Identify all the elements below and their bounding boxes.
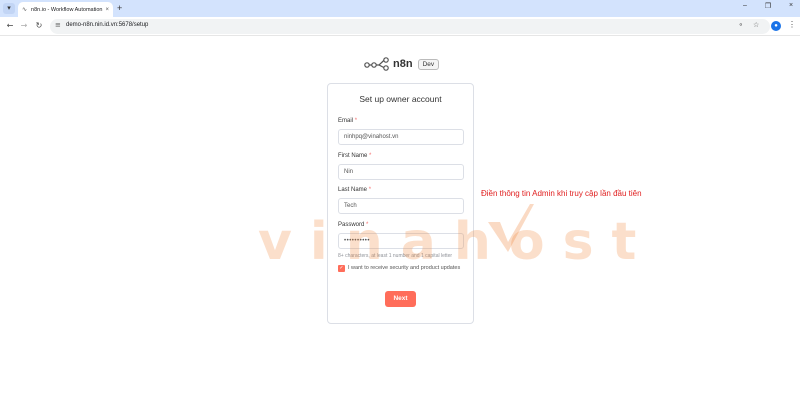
close-window-icon[interactable]: ×: [786, 2, 796, 10]
env-badge: Dev: [417, 58, 440, 70]
tab-close-icon[interactable]: ×: [105, 7, 109, 13]
next-button[interactable]: Next: [385, 291, 416, 307]
tab-strip: ▾ ∿ n8n.io - Workflow Automation × + – ❐…: [0, 0, 800, 17]
profile-avatar-icon[interactable]: ●: [771, 21, 781, 31]
first-name-field[interactable]: Nin: [338, 164, 464, 180]
watermark-check-icon: [488, 204, 534, 252]
url-text: demo-n8n.nin.id.vn:5678/setup: [66, 22, 149, 28]
required-marker: *: [368, 187, 372, 193]
site-info-icon[interactable]: ≡: [55, 21, 61, 29]
tab-title: n8n.io - Workflow Automation: [31, 6, 103, 13]
n8n-favicon-icon: ∿: [22, 6, 28, 13]
restore-icon[interactable]: ❐: [763, 2, 773, 10]
updates-checkbox-label[interactable]: I want to receive security and product u…: [348, 265, 460, 271]
minimize-icon[interactable]: –: [740, 2, 750, 10]
forward-arrow-icon[interactable]: →: [18, 20, 30, 32]
password-key-icon[interactable]: ⚬: [738, 21, 744, 29]
password-hint: 8+ characters, at least 1 number and 1 c…: [338, 253, 453, 259]
back-arrow-icon[interactable]: ←: [4, 20, 16, 32]
instruction-annotation: Điền thông tin Admin khi truy cập lần đầ…: [481, 189, 642, 198]
window-controls: – ❐ ×: [740, 2, 796, 10]
tab-search-chevron-icon[interactable]: ▾: [3, 3, 15, 14]
password-field[interactable]: ••••••••••: [338, 233, 464, 249]
app-logo: n8n Dev: [364, 57, 440, 71]
last-name-label: Last Name *: [338, 187, 372, 193]
browser-tab[interactable]: ∿ n8n.io - Workflow Automation ×: [18, 2, 113, 17]
required-marker: *: [369, 153, 372, 159]
bookmark-star-icon[interactable]: ☆: [753, 21, 759, 29]
last-name-field[interactable]: Tech: [338, 198, 464, 214]
email-label: Email *: [338, 118, 358, 124]
new-tab-plus-icon[interactable]: +: [117, 3, 122, 14]
app-name: n8n: [393, 58, 413, 70]
updates-checkbox[interactable]: ✓: [338, 265, 345, 272]
browser-toolbar: ← → ↻ ≡ demo-n8n.nin.id.vn:5678/setup ⚬ …: [0, 17, 800, 36]
required-marker: *: [354, 118, 358, 124]
reload-icon[interactable]: ↻: [33, 20, 45, 32]
address-bar[interactable]: ≡ demo-n8n.nin.id.vn:5678/setup ⚬ ☆: [50, 19, 770, 34]
n8n-logo-icon: [364, 57, 389, 71]
page-title: Set up owner account: [359, 94, 442, 104]
setup-card: Set up owner account Email * ninhpq@vina…: [327, 83, 474, 324]
password-label: Password *: [338, 222, 369, 228]
email-field[interactable]: ninhpq@vinahost.vn: [338, 129, 464, 145]
first-name-label: First Name *: [338, 153, 372, 159]
browser-menu-icon[interactable]: ⋮: [788, 20, 796, 29]
required-marker: *: [366, 222, 369, 228]
